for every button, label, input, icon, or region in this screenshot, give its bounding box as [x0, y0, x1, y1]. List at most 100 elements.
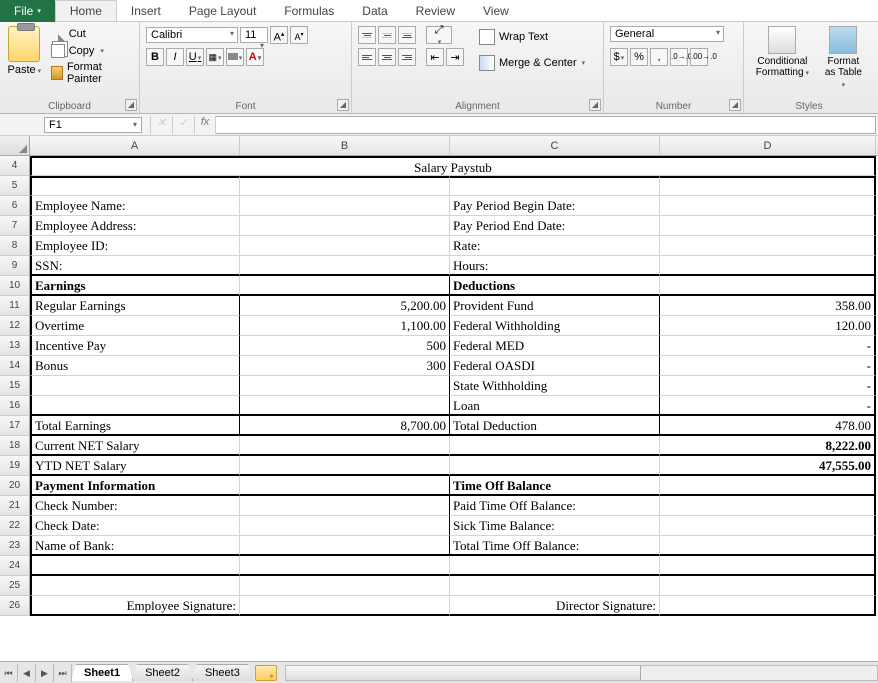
horizontal-scrollbar[interactable] — [285, 665, 878, 681]
conditional-formatting-button[interactable]: Conditional Formatting — [754, 26, 811, 79]
row-header[interactable]: 12 — [0, 316, 30, 336]
cell[interactable]: Overtime — [30, 316, 240, 336]
cell[interactable]: Total Deduction — [450, 416, 660, 436]
cell[interactable] — [30, 376, 240, 396]
cell[interactable] — [30, 556, 240, 576]
cell[interactable]: Check Number: — [30, 496, 240, 516]
cell[interactable] — [660, 276, 876, 296]
align-bottom-button[interactable] — [398, 26, 416, 44]
cell[interactable]: 8,222.00 — [660, 436, 876, 456]
tab-page-layout[interactable]: Page Layout — [175, 1, 270, 21]
cell[interactable] — [660, 596, 876, 616]
name-box[interactable]: F1 — [44, 117, 142, 133]
row-header[interactable]: 7 — [0, 216, 30, 236]
cell[interactable]: 500 — [240, 336, 450, 356]
cell[interactable]: YTD NET Salary — [30, 456, 240, 476]
cell[interactable]: Total Time Off Balance: — [450, 536, 660, 556]
title-cell[interactable]: Salary Paystub — [30, 156, 876, 176]
row-header[interactable]: 21 — [0, 496, 30, 516]
cell[interactable] — [450, 456, 660, 476]
row-header[interactable]: 9 — [0, 256, 30, 276]
cell[interactable]: 478.00 — [660, 416, 876, 436]
sheet-tab-2[interactable]: Sheet2 — [132, 664, 193, 681]
cell[interactable] — [240, 456, 450, 476]
cell[interactable] — [660, 556, 876, 576]
cell[interactable]: SSN: — [30, 256, 240, 276]
cell[interactable] — [30, 576, 240, 596]
next-sheet-button[interactable]: ▶ — [36, 664, 54, 682]
row-header[interactable]: 22 — [0, 516, 30, 536]
col-header-c[interactable]: C — [450, 136, 660, 155]
cell[interactable]: Federal OASDI — [450, 356, 660, 376]
cell[interactable]: Deductions — [450, 276, 660, 296]
cell[interactable]: Time Off Balance — [450, 476, 660, 496]
cell[interactable]: 8,700.00 — [240, 416, 450, 436]
cell[interactable]: Incentive Pay — [30, 336, 240, 356]
row-header[interactable]: 11 — [0, 296, 30, 316]
cell[interactable] — [240, 216, 450, 236]
cell[interactable] — [240, 276, 450, 296]
first-sheet-button[interactable]: ⏮ — [0, 664, 18, 682]
row-header[interactable]: 24 — [0, 556, 30, 576]
cell[interactable] — [240, 476, 450, 496]
cell[interactable]: 1,100.00 — [240, 316, 450, 336]
alignment-dialog-launcher[interactable]: ◢ — [589, 99, 601, 111]
cell[interactable] — [660, 476, 876, 496]
grow-font-button[interactable]: A▴ — [270, 26, 288, 44]
increase-indent-button[interactable]: ⇥ — [446, 48, 464, 66]
cell[interactable] — [660, 516, 876, 536]
fill-color-button[interactable] — [226, 48, 244, 66]
cell[interactable]: - — [660, 396, 876, 416]
enter-formula-button[interactable]: ✓ — [172, 116, 194, 134]
cell[interactable]: Sick Time Balance: — [450, 516, 660, 536]
cell[interactable]: - — [660, 356, 876, 376]
cell[interactable] — [240, 576, 450, 596]
cell[interactable]: 47,555.00 — [660, 456, 876, 476]
row-header[interactable]: 14 — [0, 356, 30, 376]
number-format-select[interactable]: General — [610, 26, 724, 42]
font-color-button[interactable]: A — [246, 48, 264, 66]
cell[interactable] — [240, 196, 450, 216]
cell[interactable] — [240, 396, 450, 416]
percent-format-button[interactable]: % — [630, 48, 648, 66]
prev-sheet-button[interactable]: ◀ — [18, 664, 36, 682]
row-header[interactable]: 6 — [0, 196, 30, 216]
select-all-corner[interactable] — [0, 136, 30, 155]
format-as-table-button[interactable]: Format as Table — [823, 26, 864, 91]
cell[interactable]: - — [660, 336, 876, 356]
cell[interactable] — [660, 536, 876, 556]
tab-home[interactable]: Home — [55, 0, 117, 21]
row-header[interactable]: 23 — [0, 536, 30, 556]
cell[interactable]: Pay Period End Date: — [450, 216, 660, 236]
row-header[interactable]: 18 — [0, 436, 30, 456]
cell[interactable]: Employee Address: — [30, 216, 240, 236]
cell[interactable]: Check Date: — [30, 516, 240, 536]
cell[interactable] — [240, 176, 450, 196]
row-header[interactable]: 13 — [0, 336, 30, 356]
new-sheet-button[interactable] — [255, 665, 277, 681]
decrease-decimal-button[interactable]: .00→.0 — [690, 48, 708, 66]
cell[interactable]: Earnings — [30, 276, 240, 296]
last-sheet-button[interactable]: ⏭ — [54, 664, 72, 682]
row-header[interactable]: 4 — [0, 156, 30, 176]
cell[interactable]: Total Earnings — [30, 416, 240, 436]
cell[interactable] — [240, 536, 450, 556]
accounting-format-button[interactable]: $ — [610, 48, 628, 66]
cell[interactable] — [240, 556, 450, 576]
cell[interactable] — [450, 576, 660, 596]
row-header[interactable]: 17 — [0, 416, 30, 436]
row-header[interactable]: 26 — [0, 596, 30, 616]
row-header[interactable]: 16 — [0, 396, 30, 416]
font-name-select[interactable]: Calibri — [146, 27, 238, 43]
scrollbar-thumb[interactable] — [286, 666, 641, 680]
align-top-button[interactable] — [358, 26, 376, 44]
cell[interactable] — [30, 396, 240, 416]
cell[interactable] — [450, 176, 660, 196]
cell[interactable] — [240, 496, 450, 516]
decrease-indent-button[interactable]: ⇤ — [426, 48, 444, 66]
cell[interactable] — [240, 436, 450, 456]
cell[interactable]: Federal MED — [450, 336, 660, 356]
cell[interactable]: Employee Name: — [30, 196, 240, 216]
cell[interactable]: Pay Period Begin Date: — [450, 196, 660, 216]
cell[interactable] — [660, 496, 876, 516]
